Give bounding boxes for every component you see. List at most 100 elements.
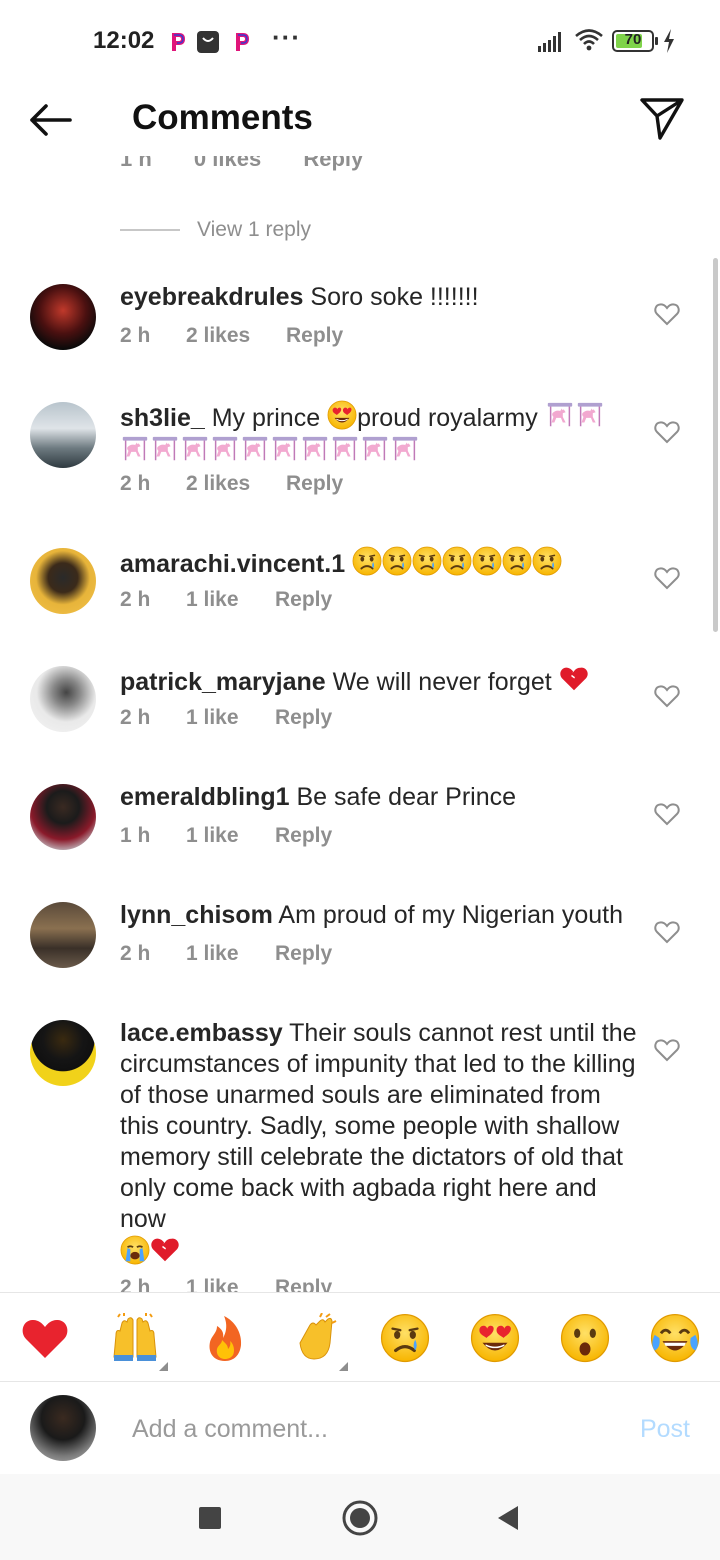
comment-username[interactable]: amarachi.vincent.1 — [120, 550, 345, 578]
comment-meta: 2 h 1 like Reply — [120, 942, 332, 966]
reply-button[interactable]: Reply — [303, 156, 363, 172]
like-heart-icon[interactable] — [654, 566, 680, 590]
comment-text: My prince — [211, 404, 321, 432]
scrollbar[interactable] — [713, 258, 718, 632]
comment-username[interactable]: patrick_maryjane — [120, 668, 326, 696]
loudly-crying-face-emoji-icon — [120, 1235, 150, 1265]
comment-time: 2 h — [120, 1276, 151, 1292]
comment-username[interactable]: lace.embassy — [120, 1019, 283, 1047]
like-heart-icon[interactable] — [654, 920, 680, 944]
comment-body: patrick_maryjane We will never forget — [120, 664, 640, 698]
crying-face-emoji-icon — [532, 546, 562, 576]
status-time: 12:02 — [93, 27, 155, 54]
comment-username[interactable]: emeraldbling1 — [120, 783, 290, 811]
like-heart-icon[interactable] — [654, 1038, 680, 1062]
carousel-horse-emoji-icon — [180, 434, 210, 464]
battery-level: 70 — [624, 31, 642, 48]
carousel-horse-emoji-icon — [270, 434, 300, 464]
variant-indicator — [159, 1362, 168, 1371]
carousel-horse-emoji-icon — [575, 400, 605, 430]
reply-button[interactable]: Reply — [275, 824, 332, 848]
comment-username[interactable]: sh3lie_ — [120, 404, 205, 432]
avatar[interactable] — [30, 1020, 96, 1086]
clapping-hands-reaction-icon[interactable] — [290, 1313, 340, 1363]
view-replies-label: View 1 reply — [197, 218, 312, 241]
heart-eyes-reaction-icon[interactable] — [470, 1313, 520, 1363]
partial-comment-meta: 1 h 0 likes Reply — [120, 156, 399, 176]
comment-likes[interactable]: 1 like — [186, 588, 275, 612]
avatar[interactable] — [30, 784, 96, 850]
comment-input[interactable] — [132, 1412, 592, 1446]
like-heart-icon[interactable] — [654, 302, 680, 326]
back-arrow-icon[interactable] — [26, 98, 76, 142]
comment-likes[interactable]: 2 likes — [186, 472, 286, 496]
home-icon[interactable] — [340, 1498, 380, 1538]
view-replies-button[interactable]: View 1 reply — [120, 216, 311, 244]
avatar[interactable] — [30, 902, 96, 968]
crying-face-reaction-icon[interactable] — [380, 1313, 430, 1363]
post-button[interactable]: Post — [640, 1415, 690, 1444]
back-icon[interactable] — [488, 1498, 528, 1538]
reply-button[interactable]: Reply — [286, 324, 343, 348]
comment-text: We will never forget — [332, 668, 552, 696]
crying-face-emoji-icon — [412, 546, 442, 576]
recent-apps-icon[interactable] — [190, 1498, 230, 1538]
pinterest-like-app-icon — [172, 33, 185, 51]
reply-button[interactable]: Reply — [275, 1276, 332, 1292]
carousel-horse-emoji-icon — [210, 434, 240, 464]
fire-reaction-icon[interactable] — [200, 1313, 250, 1363]
comment-body: lynn_chisom Am proud of my Nigerian yout… — [120, 900, 650, 931]
comment-meta: 2 h 1 like Reply — [120, 588, 332, 612]
like-heart-icon[interactable] — [654, 802, 680, 826]
direct-message-send-icon[interactable] — [638, 94, 686, 142]
shopping-bag-icon — [197, 31, 219, 53]
comment-likes[interactable]: 1 like — [186, 706, 275, 730]
comment-time: 2 h — [120, 942, 151, 965]
surprised-face-reaction-icon[interactable] — [560, 1313, 610, 1363]
comment-text: Be safe dear Prince — [296, 783, 517, 811]
comment-body: sh3lie_ My prince proud royalarmy — [120, 400, 640, 468]
pinterest-like-app-icon-2 — [236, 33, 249, 51]
reply-button[interactable]: Reply — [275, 942, 332, 966]
like-heart-icon[interactable] — [654, 684, 680, 708]
system-navigation-bar — [0, 1474, 720, 1560]
carousel-horse-emoji-icon — [545, 400, 575, 430]
comment-likes[interactable]: 1 like — [186, 1276, 275, 1292]
comment-meta: 2 h 2 likes Reply — [120, 324, 343, 348]
current-user-avatar — [30, 1395, 96, 1461]
broken-heart-emoji-icon — [150, 1235, 180, 1265]
comment-list[interactable]: 1 h 0 likes Reply View 1 reply eyebreakd… — [0, 156, 720, 1292]
comment-time: 2 h — [120, 472, 151, 495]
avatar[interactable] — [30, 666, 96, 732]
crying-face-emoji-icon — [352, 546, 382, 576]
page-title: Comments — [132, 98, 313, 137]
avatar[interactable] — [30, 284, 96, 350]
comment-likes[interactable]: 2 likes — [186, 324, 286, 348]
comment-time: 2 h — [120, 324, 151, 347]
raising-hands-reaction-icon[interactable] — [110, 1313, 160, 1363]
carousel-horse-emoji-icon — [390, 434, 420, 464]
status-icons: 70 — [534, 26, 684, 56]
comment-time: 2 h — [120, 588, 151, 611]
like-heart-icon[interactable] — [654, 420, 680, 444]
crying-face-emoji-icon — [382, 546, 412, 576]
avatar[interactable] — [30, 402, 96, 468]
comment-likes[interactable]: 1 like — [186, 824, 275, 848]
carousel-horse-emoji-icon — [300, 434, 330, 464]
comment-time: 1 h — [120, 824, 151, 847]
red-heart-reaction-icon[interactable] — [20, 1313, 70, 1363]
reply-button[interactable]: Reply — [275, 588, 332, 612]
reply-button[interactable]: Reply — [275, 706, 332, 730]
avatar[interactable] — [30, 548, 96, 614]
broken-heart-emoji-icon — [559, 664, 589, 694]
quick-reactions-bar — [0, 1292, 720, 1382]
comment-username[interactable]: lynn_chisom — [120, 901, 273, 929]
carousel-horse-emoji-icon — [150, 434, 180, 464]
comment-likes[interactable]: 1 like — [186, 942, 275, 966]
comment-meta: 2 h 2 likes Reply — [120, 472, 343, 496]
tears-of-joy-reaction-icon[interactable] — [650, 1313, 700, 1363]
comment-username[interactable]: eyebreakdrules — [120, 283, 303, 311]
crying-face-emoji-icon — [502, 546, 532, 576]
reply-button[interactable]: Reply — [286, 472, 343, 496]
comment-body: amarachi.vincent.1 — [120, 546, 640, 580]
